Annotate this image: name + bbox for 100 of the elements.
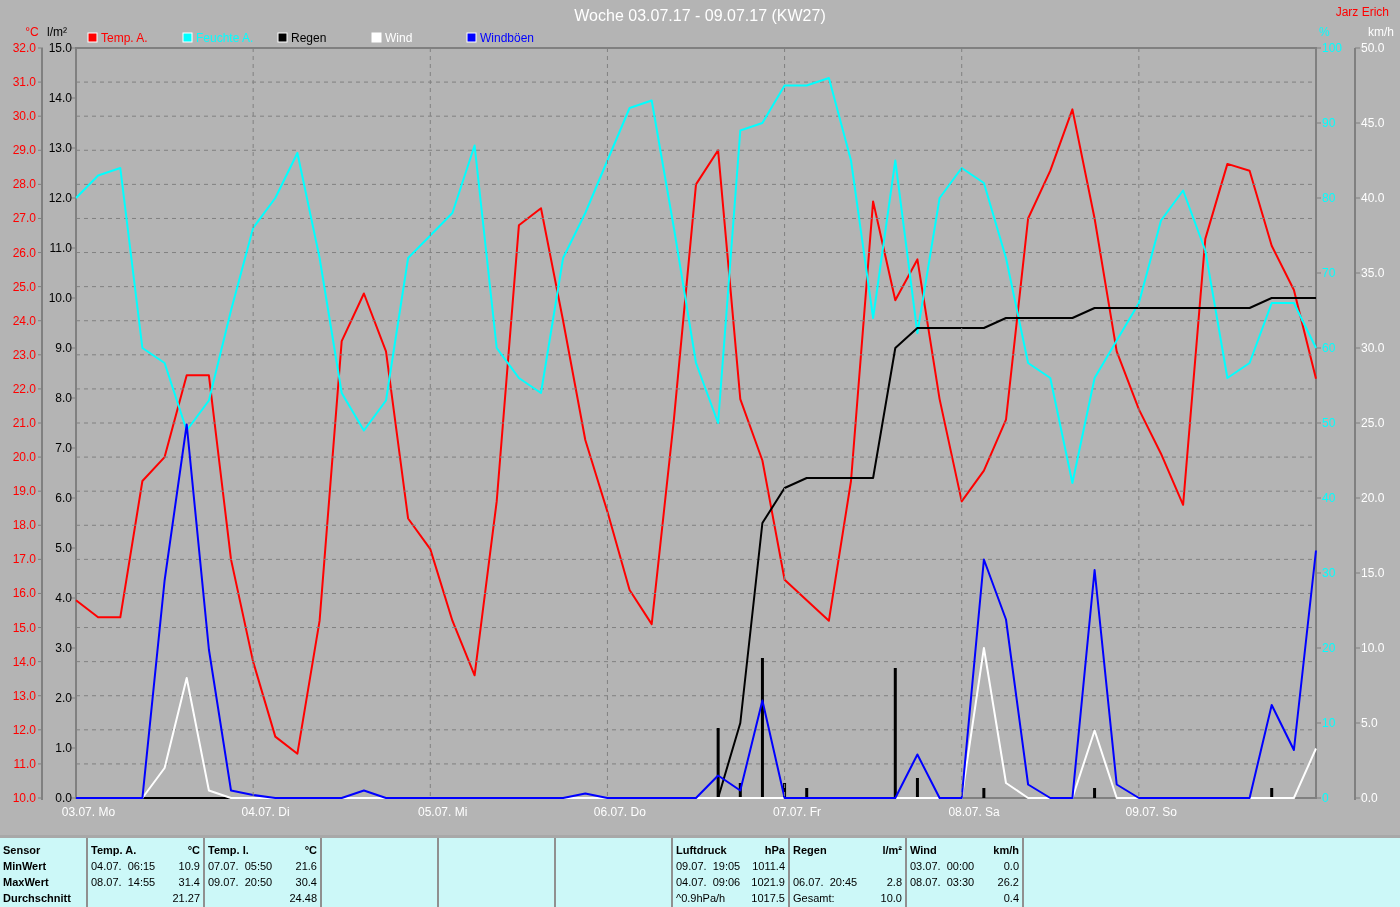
axis-label: 45.0 bbox=[1361, 116, 1385, 130]
value-cell-text: 1021.9 bbox=[751, 875, 785, 890]
axis-label: 28.0 bbox=[12, 177, 36, 192]
time-cell-text: 09.07. 20:50 bbox=[208, 875, 273, 890]
value-cell-text: 31.4 bbox=[178, 875, 200, 890]
time-cell-text: 07.07. 05:50 bbox=[208, 859, 273, 874]
axis-label: 5.0 bbox=[55, 541, 72, 555]
axis-label: 08.07. Sa bbox=[948, 805, 1000, 819]
axis-label: 25.0 bbox=[1361, 416, 1385, 430]
axis-label: 09.07. So bbox=[1125, 805, 1177, 819]
value-cell-text: 2.8 bbox=[886, 875, 902, 890]
value-cell-text: 30.4 bbox=[295, 875, 317, 890]
axis-label: 0.0 bbox=[55, 791, 72, 805]
axis-label: 20.0 bbox=[1361, 491, 1385, 505]
value-cell-text: 26.2 bbox=[997, 875, 1019, 890]
axis-label: 10.0 bbox=[1361, 641, 1385, 655]
axis-label: 20.0 bbox=[12, 450, 36, 465]
axis-label: 4.0 bbox=[55, 591, 72, 605]
axis-label: 03.07. Mo bbox=[61, 805, 116, 819]
value-cell-text: 21.6 bbox=[295, 859, 317, 874]
axis-label: 30 bbox=[1322, 566, 1336, 580]
axis-label: 21.0 bbox=[12, 416, 36, 430]
value-cell-text: 24.48 bbox=[289, 891, 317, 906]
axis-label: 17.0 bbox=[12, 552, 36, 567]
axis-label: 80 bbox=[1322, 191, 1336, 205]
chart-title: Woche 03.07.17 - 09.07.17 (KW27) bbox=[574, 7, 826, 24]
axis-label: 07.07. Fr bbox=[772, 805, 821, 819]
time-cell-text: 03.07. 00:00 bbox=[910, 859, 975, 874]
axis-label: 13.0 bbox=[48, 141, 72, 155]
axis-label: 14.0 bbox=[12, 654, 36, 669]
value-cell-text: 1017.5 bbox=[751, 891, 785, 906]
axis-label: 15.0 bbox=[48, 41, 72, 55]
unit-label: °C bbox=[187, 843, 200, 858]
axis-label: 5.0 bbox=[1361, 716, 1378, 730]
axis-label: 11.0 bbox=[13, 756, 36, 771]
axis-label: 22.0 bbox=[12, 381, 36, 396]
legend-label: Feuchte A. bbox=[196, 31, 254, 45]
unit-label: °C bbox=[304, 843, 317, 858]
axis-label: 20 bbox=[1322, 641, 1336, 655]
axis-label: 14.0 bbox=[48, 91, 72, 105]
axis-label: 35.0 bbox=[1361, 266, 1385, 280]
axis-label: 60 bbox=[1322, 341, 1336, 355]
column-header: Wind bbox=[910, 843, 937, 858]
column-header: Temp. I. bbox=[208, 843, 249, 858]
axis-label: 15.0 bbox=[1361, 566, 1385, 580]
value-cell-text: 10.0 bbox=[880, 891, 902, 906]
axis-label: 25.0 bbox=[12, 279, 36, 294]
axis-label: 50.0 bbox=[1361, 41, 1385, 55]
row-label: Durchschnitt bbox=[3, 891, 72, 906]
axis-unit: km/h bbox=[1368, 25, 1394, 39]
legend-label: Windböen bbox=[480, 31, 535, 45]
axis-label: 8.0 bbox=[55, 391, 72, 405]
axis-label: 50 bbox=[1322, 416, 1336, 430]
column-header: Temp. A. bbox=[91, 843, 137, 858]
row-label: MinWert bbox=[3, 859, 48, 874]
column-header: Regen bbox=[793, 843, 827, 858]
axis-label: 1.0 bbox=[55, 741, 72, 755]
unit-label: l/m² bbox=[882, 843, 902, 858]
axis-label: 11.0 bbox=[49, 241, 72, 255]
time-cell-text: 04.07. 09:06 bbox=[676, 875, 741, 890]
axis-label: 12.0 bbox=[48, 191, 72, 205]
axis-unit: °C bbox=[25, 25, 39, 39]
time-cell-text: 09.07. 19:05 bbox=[676, 859, 741, 874]
value-cell-text: 21.27 bbox=[172, 891, 200, 906]
axis-label: 06.07. Do bbox=[593, 805, 646, 819]
author-label: Jarz Erich bbox=[1335, 5, 1389, 19]
value-cell-text: 1011.4 bbox=[752, 859, 785, 874]
axis-label: 32.0 bbox=[12, 41, 36, 55]
axis-label: 30.0 bbox=[1361, 341, 1385, 355]
axis-label: 10.0 bbox=[48, 291, 72, 305]
axis-label: 100 bbox=[1322, 41, 1343, 55]
axis-unit: l/m² bbox=[47, 25, 67, 39]
axis-label: 70 bbox=[1322, 266, 1336, 280]
axis-label: 40.0 bbox=[1361, 191, 1385, 205]
axis-label: 26.0 bbox=[12, 245, 36, 260]
axis-label: 31.0 bbox=[12, 75, 36, 90]
axis-label: 3.0 bbox=[55, 641, 72, 655]
axis-label: 30.0 bbox=[12, 109, 36, 124]
axis-label: 27.0 bbox=[12, 211, 36, 226]
axis-label: 0 bbox=[1322, 791, 1329, 805]
legend-label: Regen bbox=[291, 31, 327, 45]
axis-label: 10 bbox=[1322, 716, 1336, 730]
axis-label: 6.0 bbox=[55, 491, 72, 505]
axis-label: 29.0 bbox=[12, 143, 36, 158]
axis-label: 16.0 bbox=[12, 586, 36, 601]
unit-label: km/h bbox=[993, 843, 1019, 858]
axis-label: 0.0 bbox=[1361, 791, 1378, 805]
axis-label: 7.0 bbox=[55, 441, 72, 455]
legend-label: Wind bbox=[385, 31, 413, 45]
column-header: Luftdruck bbox=[676, 843, 727, 858]
row-label: Sensor bbox=[3, 843, 42, 858]
value-cell-text: 10.9 bbox=[178, 859, 200, 874]
axis-label: 18.0 bbox=[12, 518, 36, 533]
axis-label: 19.0 bbox=[12, 484, 36, 499]
axis-label: 04.07. Di bbox=[241, 805, 290, 819]
row-label: MaxWert bbox=[3, 875, 50, 890]
axis-label: 05.07. Mi bbox=[418, 805, 468, 819]
value-cell-text: 0.0 bbox=[1003, 859, 1019, 874]
time-cell-text: 08.07. 03:30 bbox=[910, 875, 975, 890]
axis-label: 24.0 bbox=[12, 313, 36, 328]
